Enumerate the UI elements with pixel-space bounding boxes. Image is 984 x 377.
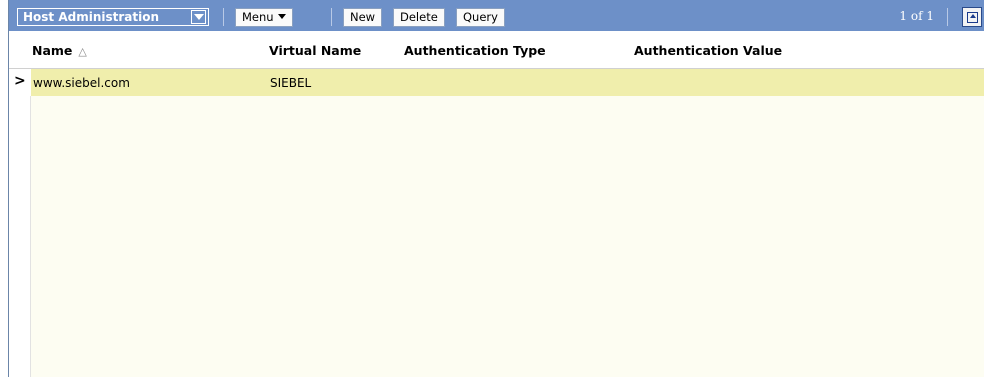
- row-indicator: >: [9, 69, 31, 96]
- menu-button[interactable]: Menu: [235, 8, 293, 27]
- applet-toolbar: Host Administration Menu New Delete Quer…: [9, 0, 984, 31]
- column-header-authentication-value[interactable]: Authentication Value: [634, 43, 782, 58]
- host-administration-applet: Host Administration Menu New Delete Quer…: [8, 0, 984, 377]
- toolbar-divider: [331, 8, 332, 26]
- row-indicator-column: [9, 96, 31, 377]
- grid-body: [9, 96, 984, 377]
- toolbar-divider: [947, 8, 948, 26]
- record-count: 1 of 1: [899, 9, 934, 23]
- new-button[interactable]: New: [343, 8, 383, 27]
- column-header-virtual-name[interactable]: Virtual Name: [269, 43, 361, 58]
- query-button[interactable]: Query: [456, 8, 505, 27]
- toolbar-divider: [223, 8, 224, 26]
- expand-applet-button[interactable]: [962, 7, 982, 27]
- column-header-authentication-type[interactable]: Authentication Type: [404, 43, 546, 58]
- cell-virtual-name[interactable]: SIEBEL: [270, 76, 311, 90]
- table-row[interactable]: [9, 69, 984, 96]
- menu-button-label: Menu: [242, 10, 274, 24]
- column-header-name[interactable]: Name △: [32, 43, 87, 58]
- sort-ascending-icon: △: [78, 45, 87, 58]
- caret-down-icon: [277, 14, 286, 19]
- current-record-icon: >: [14, 73, 26, 89]
- applet-title: Host Administration: [23, 10, 160, 24]
- maximize-icon: [966, 11, 978, 23]
- applet-title-selector[interactable]: Host Administration: [17, 8, 209, 26]
- chevron-down-icon[interactable]: [191, 10, 206, 24]
- grid-header: Name △ Virtual Name Authentication Type A…: [9, 31, 984, 69]
- cell-name[interactable]: www.siebel.com: [33, 76, 130, 90]
- delete-button[interactable]: Delete: [393, 8, 445, 27]
- column-header-name-label: Name: [32, 43, 73, 58]
